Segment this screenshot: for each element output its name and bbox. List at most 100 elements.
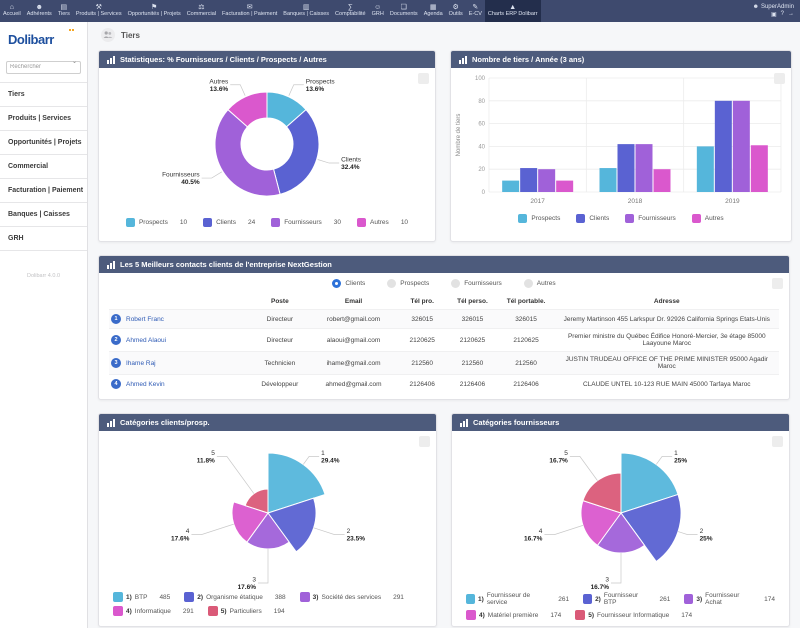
- filter-label: Clients: [345, 280, 365, 287]
- table-cell: alaoui@gmail.com: [310, 329, 397, 352]
- nav-item-label: Facturation | Paiement: [222, 11, 277, 18]
- tools-icon: ⚙: [453, 4, 459, 11]
- svg-text:2: 2: [699, 528, 703, 535]
- table-cell: 212560: [498, 352, 555, 375]
- nav-item-charts-erp-dolibarr[interactable]: ▲Charts ERP Dolibarr: [485, 0, 541, 22]
- svg-text:5: 5: [564, 450, 568, 457]
- legend-item: 1)Fournisseur de service261: [466, 592, 569, 606]
- user-menu[interactable]: ☻ SuperAdmin: [753, 4, 794, 10]
- nav-item-accueil[interactable]: ⌂Accueil: [0, 0, 24, 22]
- top-navbar: ⌂Accueil☻Adhérents▤Tiers⚒Produits | Serv…: [0, 0, 800, 22]
- panel-categories-fournisseurs-header: Catégories fournisseurs: [452, 414, 789, 431]
- svg-text:Autres: Autres: [209, 78, 229, 85]
- bar-chart: 020406080100Nombre de tiers201720182019: [451, 68, 791, 212]
- svg-text:1: 1: [674, 450, 678, 457]
- sidebar-item-commercial[interactable]: Commercial: [0, 155, 87, 179]
- filter-radio-clients[interactable]: Clients: [332, 279, 365, 288]
- radio-icon: [332, 279, 341, 288]
- help-icon[interactable]: ?: [781, 11, 784, 18]
- bank-icon: ▥: [303, 4, 310, 11]
- contact-name-link[interactable]: Ahmed Kevin: [126, 381, 165, 388]
- contact-name-link[interactable]: Robert Franc: [126, 316, 164, 323]
- filter-radio-autres[interactable]: Autres: [524, 279, 556, 288]
- categories-fournisseurs-legend: 1)Fournisseur de service261 2)Fournisseur…: [452, 589, 789, 628]
- sidebar-item-opportunit-s-projets[interactable]: Opportunités | Projets: [0, 131, 87, 155]
- table-cell: 212560: [447, 352, 497, 375]
- sidebar-item-facturation-paiement[interactable]: Facturation | Paiement: [0, 179, 87, 203]
- logo-text: Dolibarr: [8, 32, 54, 47]
- legend-item: 4)Matériel première174: [466, 610, 561, 620]
- legend-swatch: [203, 218, 212, 227]
- radio-icon: [451, 279, 460, 288]
- svg-text:Clients: Clients: [341, 157, 362, 164]
- nav-item-opportunit-s-projets[interactable]: ⚑Opportunités | Projets: [125, 0, 184, 22]
- legend-item: 1)BTP485: [113, 592, 170, 602]
- contact-name-link[interactable]: Ahmed Alaoui: [126, 337, 166, 344]
- table-cell: JUSTIN TRUDEAU OFFICE OF THE PRIME MINIS…: [555, 352, 779, 375]
- sidebar-menu: TiersProduits | ServicesOpportunités | P…: [0, 82, 87, 251]
- svg-text:17.6%: 17.6%: [170, 536, 189, 543]
- members-icon: ☻: [36, 4, 43, 11]
- svg-text:32.4%: 32.4%: [341, 164, 360, 171]
- chart-menu-button[interactable]: [418, 73, 429, 84]
- sidebar-item-grh[interactable]: GRH: [0, 227, 87, 251]
- svg-text:16.7%: 16.7%: [549, 457, 568, 464]
- bar-chart-icon: [459, 56, 467, 64]
- nav-item-adh-rents[interactable]: ☻Adhérents: [24, 0, 55, 22]
- nav-item-tiers[interactable]: ▤Tiers: [55, 0, 73, 22]
- nav-item-produits-services[interactable]: ⚒Produits | Services: [73, 0, 125, 22]
- legend-swatch: [113, 592, 123, 602]
- column-header: Tél portable.: [498, 294, 555, 310]
- accounting-icon: ∑: [348, 4, 353, 11]
- print-icon[interactable]: ▣: [771, 11, 777, 18]
- page-title: Tiers: [121, 31, 140, 40]
- sidebar: Dolibarr ⌄ TiersProduits | ServicesOppor…: [0, 22, 88, 628]
- nav-item-comptabilit[interactable]: ∑Comptabilité: [332, 0, 369, 22]
- svg-text:13.6%: 13.6%: [306, 86, 325, 93]
- nav-item-facturation-paiement[interactable]: ✉Facturation | Paiement: [219, 0, 280, 22]
- chart-menu-button[interactable]: [772, 436, 783, 447]
- svg-text:2017: 2017: [530, 198, 545, 205]
- search-input[interactable]: [6, 61, 81, 74]
- table-cell: Jeremy Martinson 455 Larkspur Dr. 92926 …: [555, 310, 779, 329]
- nav-item-banques-caisses[interactable]: ▥Banques | Caisses: [280, 0, 332, 22]
- table-cell: 2126406: [397, 375, 447, 394]
- legend-item: 2)Fournisseur BTP261: [583, 592, 670, 606]
- logo-accent-dots: [69, 29, 74, 31]
- legend-item: Prospects: [518, 214, 560, 223]
- chart-menu-button[interactable]: [419, 436, 430, 447]
- column-header: Email: [310, 294, 397, 310]
- table-row: 3Ihame RajTechnicienihame@gmail.com21256…: [109, 352, 779, 375]
- contact-name-link[interactable]: Ihame Raj: [126, 360, 156, 367]
- filter-radio-fournisseurs[interactable]: Fournisseurs: [451, 279, 502, 288]
- donut-chart: Prospects13.6%Clients32.4%Fournisseurs40…: [99, 68, 435, 216]
- chart-menu-button[interactable]: [774, 73, 785, 84]
- nav-item-documents[interactable]: ❏Documents: [387, 0, 421, 22]
- chart-menu-button[interactable]: [772, 278, 783, 289]
- nav-item-outils[interactable]: ⚙Outils: [446, 0, 466, 22]
- filter-radio-prospects[interactable]: Prospects: [387, 279, 429, 288]
- filter-label: Fournisseurs: [464, 280, 502, 287]
- nav-item-grh[interactable]: ☺GRH: [369, 0, 387, 22]
- table-cell: 326015: [498, 310, 555, 329]
- nav-item-label: Banques | Caisses: [283, 11, 329, 18]
- legend-item: 3)Société des services291: [300, 592, 404, 602]
- nav-item-commercial[interactable]: ⚖Commercial: [184, 0, 219, 22]
- sidebar-item-produits-services[interactable]: Produits | Services: [0, 107, 87, 131]
- nav-item-label: Produits | Services: [76, 11, 122, 18]
- logout-icon[interactable]: →: [788, 11, 794, 18]
- panel-stats-donut-header: Statistiques: % Fournisseurs / Clients /…: [99, 51, 435, 68]
- svg-text:100: 100: [475, 76, 486, 82]
- svg-text:1: 1: [321, 450, 325, 457]
- sidebar-item-tiers[interactable]: Tiers: [0, 83, 87, 107]
- nav-item-e-cv[interactable]: ✎E-CV: [466, 0, 485, 22]
- sidebar-item-banques-caisses[interactable]: Banques | Caisses: [0, 203, 87, 227]
- table-cell: CLAUDE UNTEL 10-123 RUE MAIN 45000 Tarfa…: [555, 375, 779, 394]
- dolibarr-logo: Dolibarr: [0, 22, 87, 55]
- nav-item-agenda[interactable]: ▦Agenda: [421, 0, 446, 22]
- charts-icon: ▲: [509, 4, 516, 11]
- svg-text:4: 4: [538, 528, 542, 535]
- projects-icon: ⚑: [151, 4, 157, 11]
- svg-text:20: 20: [478, 167, 485, 173]
- legend-item: 5)Particuliers194: [208, 606, 285, 616]
